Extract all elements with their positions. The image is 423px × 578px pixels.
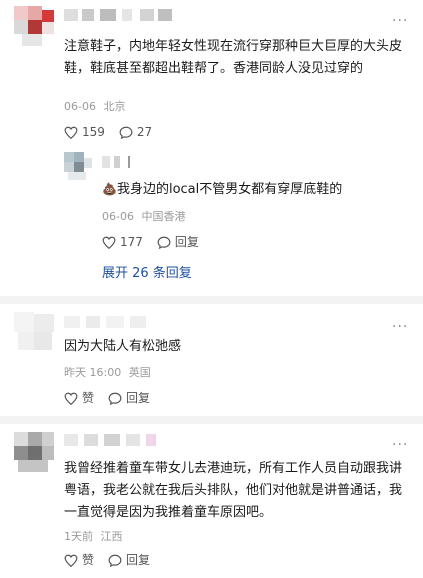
comment-text: 因为大陆人有松弛感	[64, 339, 182, 354]
comment-text: 我曾经推着童车带女儿去港迪玩，所有工作人员自动跟我讲粤语，我老公就在我后头排队，…	[64, 461, 403, 520]
reply-label: 回复	[126, 553, 151, 567]
reply-actions: 177 回复	[102, 234, 213, 250]
reply-like-button[interactable]: 177	[102, 234, 143, 250]
like-button[interactable]: 赞	[64, 390, 94, 406]
more-options-icon[interactable]: ···	[392, 438, 408, 452]
reply-date: 06-06	[102, 210, 134, 223]
reply-reply-button[interactable]: 回复	[157, 234, 199, 250]
poop-emoji-icon: 💩	[102, 182, 117, 196]
reply-avatar[interactable]	[64, 152, 92, 180]
comment-location: 江西	[100, 530, 123, 543]
divider	[0, 296, 423, 304]
reply-count: 27	[136, 125, 153, 139]
reply-text-line: 💩我身边的local不管男女都有穿厚底鞋的	[102, 178, 412, 201]
like-button[interactable]: 159	[64, 124, 105, 140]
comment-date: 昨天 16:00	[64, 366, 122, 379]
reply-label: 回复	[126, 391, 151, 405]
avatar[interactable]	[14, 312, 54, 352]
comment-meta: 06-06 北京	[64, 100, 125, 114]
comment-bubble-icon	[108, 392, 122, 405]
heart-icon	[64, 554, 78, 567]
comment-location: 英国	[128, 366, 151, 379]
more-options-icon[interactable]: ···	[392, 14, 408, 28]
reply-location: 中国香港	[141, 210, 186, 223]
reply-like-count: 177	[120, 235, 143, 249]
comment-meta: 1天前 江西	[64, 530, 123, 544]
username-blurred[interactable]	[64, 434, 174, 446]
reply-button[interactable]: 27	[119, 124, 152, 140]
comment-3: ··· 我曾经推着童车带女儿去港迪玩，所有工作人员自动跟我讲粤语，我老公就在我后…	[0, 424, 423, 578]
reply-username-blurred[interactable]	[102, 156, 142, 168]
comment-date: 1天前	[64, 530, 93, 543]
comment-2: ··· 因为大陆人有松弛感 昨天 16:00 英国 赞 回复	[0, 304, 423, 416]
heart-icon	[102, 236, 116, 249]
reply-button[interactable]: 回复	[108, 552, 150, 568]
avatar[interactable]	[14, 432, 54, 472]
like-label: 赞	[82, 391, 95, 405]
comment-meta: 昨天 16:00 英国	[64, 366, 151, 380]
comment-bubble-icon	[108, 554, 122, 567]
heart-icon	[64, 392, 78, 405]
username-blurred[interactable]	[64, 316, 154, 328]
comment-location: 北京	[103, 100, 126, 113]
comment-bubble-icon	[119, 126, 133, 139]
avatar[interactable]	[14, 6, 54, 46]
username-blurred[interactable]	[64, 9, 174, 21]
reply-reply-label: 回复	[174, 235, 199, 249]
comment-1: ··· 注意鞋子，内地年轻女性现在流行穿那种巨大巨厚的大头皮鞋，鞋底甚至都超出鞋…	[0, 0, 423, 300]
divider	[0, 416, 423, 424]
comment-bubble-icon	[157, 236, 171, 249]
heart-icon	[64, 126, 78, 139]
like-label: 赞	[82, 553, 95, 567]
comment-actions: 赞 回复	[64, 390, 164, 406]
like-count: 159	[82, 125, 105, 139]
reply-text: 我身边的local不管男女都有穿厚底鞋的	[116, 182, 343, 197]
comment-date: 06-06	[64, 100, 96, 113]
comment-actions: 赞 回复	[64, 552, 164, 568]
like-button[interactable]: 赞	[64, 552, 94, 568]
more-options-icon[interactable]: ···	[392, 320, 408, 334]
reply-meta: 06-06 中国香港	[102, 210, 185, 224]
reply-button[interactable]: 回复	[108, 390, 150, 406]
expand-replies-link[interactable]: 展开 26 条回复	[102, 266, 192, 282]
comment-actions: 159 27	[64, 124, 166, 140]
comment-text: 注意鞋子，内地年轻女性现在流行穿那种巨大巨厚的大头皮鞋，鞋底甚至都超出鞋帮了。香…	[64, 39, 403, 76]
